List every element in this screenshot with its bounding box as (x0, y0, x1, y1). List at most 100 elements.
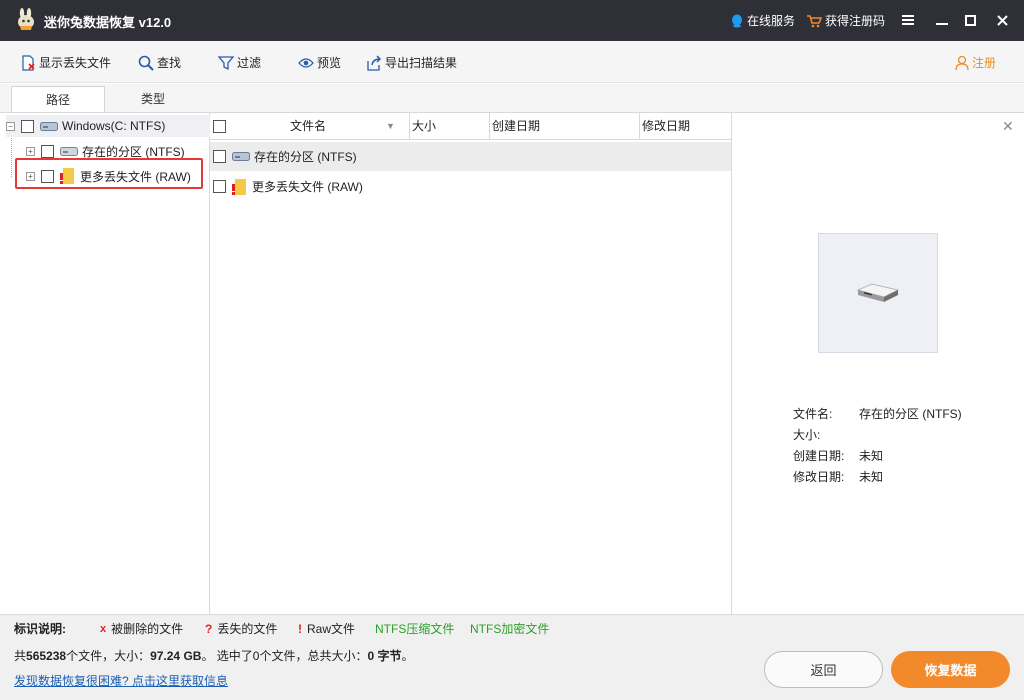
preview-button[interactable]: 预览 (298, 54, 341, 71)
minimize-icon (936, 23, 948, 25)
selected-size: 0 字节 (367, 649, 402, 663)
toolbar: 显示丢失文件 查找 过滤 预览 导出扫描结果 注册 (0, 41, 1024, 83)
summary-prefix: 共 (14, 649, 27, 663)
help-link[interactable]: 发现数据恢复很困难? 点击这里获取信息 (14, 672, 228, 689)
legend-ntfs-encrypted: NTFS加密文件 (470, 622, 550, 636)
expand-icon[interactable]: + (26, 146, 35, 156)
preview-thumbnail (818, 233, 938, 353)
register-label: 注册 (972, 56, 997, 70)
column-name-label: 文件名 (290, 119, 327, 133)
export-label: 导出扫描结果 (385, 56, 458, 70)
find-label: 查找 (157, 56, 182, 70)
legend-deleted-label: 被删除的文件 (111, 622, 184, 636)
file-row[interactable]: 存在的分区 (NTFS) (210, 142, 731, 171)
app-logo-icon (18, 8, 34, 30)
online-service-link[interactable]: 在线服务 (730, 12, 795, 29)
legend-title: 标识说明: (14, 622, 66, 636)
tree-existing-label: 存在的分区 (NTFS) (82, 144, 185, 159)
tab-type[interactable]: 类型 (106, 86, 200, 112)
directory-tree: − Windows(C: NTFS) + 存在的分区 (NTFS) + 更多丢失… (0, 112, 210, 614)
column-modified[interactable]: 修改日期 (640, 113, 731, 140)
cart-icon (807, 14, 822, 27)
deleted-mark-icon: x (100, 622, 107, 635)
chat-service-icon (732, 14, 742, 27)
column-created[interactable]: 创建日期 (490, 113, 640, 140)
summary-mid2: 。 选中了0个文件，总共大小： (201, 649, 368, 663)
legend-bar: 标识说明: x 被删除的文件 ? 丢失的文件 ! Raw文件 NTFS压缩文件 … (0, 614, 1024, 642)
filter-button[interactable]: 过滤 (218, 54, 261, 71)
info-label: 修改日期: (793, 470, 845, 484)
tab-path[interactable]: 路径 (11, 86, 105, 113)
legend-raw: ! Raw文件 (298, 620, 355, 637)
recover-data-button[interactable]: 恢复数据 (891, 651, 1010, 688)
hard-drive-icon (856, 283, 900, 302)
preview-panel: ✕ 文件名: 存在的分区 (NTFS) 大小: 创建日期: 未知 修改日期: 未… (731, 112, 1024, 614)
info-label: 文件名: (793, 407, 833, 421)
file-row-name: 存在的分区 (NTFS) (254, 150, 357, 164)
legend-ntfs-compressed: NTFS压缩文件 (375, 622, 455, 636)
drive-icon (60, 146, 78, 156)
legend-lost: ? 丢失的文件 (205, 620, 277, 637)
file-info: 文件名: 存在的分区 (NTFS) 大小: 创建日期: 未知 修改日期: 未知 (793, 405, 962, 489)
show-lost-files-button[interactable]: 显示丢失文件 (20, 54, 111, 71)
sort-arrow-icon: ▼ (386, 121, 395, 131)
export-results-button[interactable]: 导出扫描结果 (366, 54, 457, 71)
get-code-link[interactable]: 获得注册码 (806, 12, 885, 29)
filter-label: 过滤 (237, 56, 262, 70)
info-label: 大小: (793, 428, 821, 442)
lost-mark-icon: ? (205, 621, 213, 636)
column-name[interactable]: 文件名 ▼ (210, 113, 410, 140)
info-row-modified: 修改日期: 未知 (793, 468, 962, 489)
legend-deleted: x 被删除的文件 (100, 620, 183, 637)
info-value: 未知 (859, 449, 884, 463)
tree-existing-checkbox[interactable] (41, 144, 54, 158)
app-title: 迷你兔数据恢复 v12.0 (44, 15, 172, 30)
file-row-name: 更多丢失文件 (RAW) (252, 180, 363, 194)
filter-icon (218, 55, 234, 70)
online-service-label: 在线服务 (747, 14, 796, 28)
status-bar: 共565238个文件，大小：97.24 GB。 选中了0个文件，总共大小：0 字… (0, 642, 1024, 700)
file-list-header: 文件名 ▼ 大小 创建日期 修改日期 (210, 113, 731, 140)
preview-label: 预览 (317, 56, 342, 70)
preview-close-icon[interactable]: ✕ (1002, 118, 1014, 135)
close-icon (996, 14, 1008, 26)
find-button[interactable]: 查找 (138, 54, 181, 71)
tree-root-checkbox[interactable] (21, 119, 34, 133)
tree-root-label: Windows(C: NTFS) (62, 119, 166, 133)
file-list: 文件名 ▼ 大小 创建日期 修改日期 存在的分区 (NTFS) 更多丢失文件 (… (210, 112, 731, 614)
legend-lost-label: 丢失的文件 (217, 622, 278, 636)
summary-end: 。 (401, 649, 414, 663)
tree-item-root[interactable]: − Windows(C: NTFS) (6, 115, 210, 137)
export-icon (367, 54, 382, 71)
eye-icon (298, 57, 314, 68)
select-all-checkbox[interactable] (213, 120, 226, 133)
maximize-button[interactable] (958, 8, 982, 32)
scan-summary: 共565238个文件，大小：97.24 GB。 选中了0个文件，总共大小：0 字… (14, 647, 414, 664)
info-value: 未知 (859, 470, 884, 484)
drive-icon (232, 152, 250, 161)
back-button[interactable]: 返回 (764, 651, 883, 688)
info-row-size: 大小: (793, 426, 962, 447)
minimize-button[interactable] (930, 8, 954, 32)
register-button[interactable]: 注册 (955, 54, 996, 71)
maximize-icon (964, 14, 976, 26)
raw-mark-icon: ! (298, 621, 302, 636)
search-icon (138, 55, 154, 71)
file-row-checkbox[interactable] (213, 150, 226, 163)
summary-mid1: 个文件，大小： (66, 649, 151, 663)
total-files-count: 565238 (26, 649, 67, 663)
menu-button[interactable] (896, 8, 920, 32)
close-button[interactable] (990, 8, 1014, 32)
collapse-icon[interactable]: − (6, 121, 15, 131)
title-bar: 迷你兔数据恢复 v12.0 在线服务 获得注册码 (0, 0, 1024, 41)
column-size[interactable]: 大小 (410, 113, 490, 140)
file-row-checkbox[interactable] (213, 180, 226, 193)
hamburger-icon (902, 15, 914, 25)
lost-folder-icon (232, 178, 246, 195)
red-highlight-box (15, 158, 203, 189)
legend-raw-label: Raw文件 (307, 622, 356, 636)
info-row-name: 文件名: 存在的分区 (NTFS) (793, 405, 962, 426)
user-icon (955, 55, 969, 70)
info-row-created: 创建日期: 未知 (793, 447, 962, 468)
file-row[interactable]: 更多丢失文件 (RAW) (210, 172, 731, 201)
